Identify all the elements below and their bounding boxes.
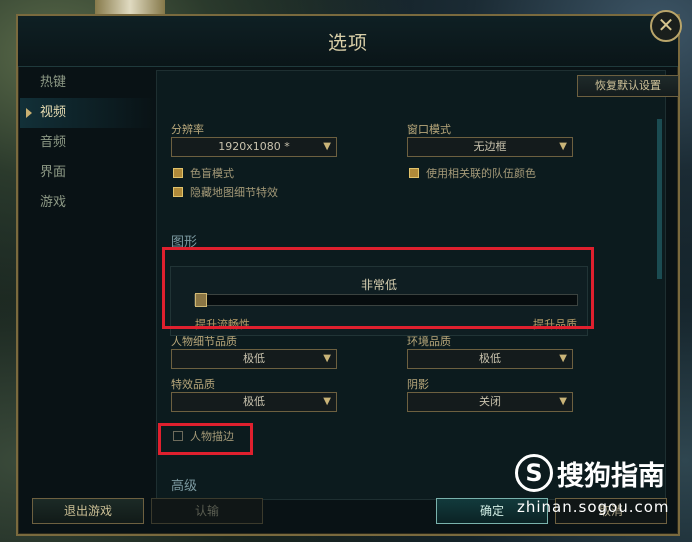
sidebar-item-interface[interactable]: 界面 (20, 158, 156, 188)
sogou-watermark: S 搜狗指南 zhinan.sogou.com (505, 452, 685, 522)
chevron-down-icon: ▼ (323, 141, 331, 152)
sidebar-item-audio[interactable]: 音频 (20, 128, 156, 158)
character-quality-value: 极低 (243, 352, 265, 365)
close-icon[interactable]: ✕ (650, 10, 682, 42)
resolution-dropdown[interactable]: 1920x1080 * ▼ (171, 137, 337, 157)
checkbox-checked-icon (173, 187, 183, 197)
team-colors-label: 使用相关联的队伍颜色 (426, 167, 536, 180)
hide-map-details-checkbox[interactable]: 隐藏地图细节特效 (173, 184, 278, 200)
window-mode-value: 无边框 (473, 140, 507, 153)
resolution-value: 1920x1080 * (218, 140, 290, 153)
environment-quality-value: 极低 (479, 352, 501, 365)
sidebar-item-hotkeys[interactable]: 热键 (20, 68, 156, 98)
shadows-value: 关闭 (479, 395, 501, 408)
character-quality-dropdown[interactable]: 极低 ▼ (171, 349, 337, 369)
chevron-down-icon: ▼ (559, 353, 567, 364)
effects-quality-value: 极低 (243, 395, 265, 408)
window-mode-dropdown[interactable]: 无边框 ▼ (407, 137, 573, 157)
effects-quality-dropdown[interactable]: 极低 ▼ (171, 392, 337, 412)
shadows-label: 阴影 (407, 378, 429, 391)
options-sidebar: 热键 视频 音频 界面 游戏 (20, 68, 156, 218)
resolution-label: 分辨率 (171, 123, 204, 136)
highlight-box-quality (162, 247, 594, 329)
restore-defaults-button[interactable]: 恢复默认设置 (577, 75, 679, 97)
checkbox-checked-icon (409, 168, 419, 178)
environment-quality-dropdown[interactable]: 极低 ▼ (407, 349, 573, 369)
shadows-dropdown[interactable]: 关闭 ▼ (407, 392, 573, 412)
colorblind-label: 色盲模式 (190, 167, 234, 180)
highlight-box-outline (158, 423, 253, 455)
effects-quality-label: 特效品质 (171, 378, 215, 391)
dialog-title: 选项 (327, 32, 368, 54)
decorative-banner (95, 0, 165, 14)
panel-scrollbar[interactable] (657, 119, 662, 279)
surrender-button[interactable]: 认输 (151, 498, 263, 524)
hide-map-details-label: 隐藏地图细节特效 (190, 186, 278, 199)
chevron-down-icon: ▼ (559, 141, 567, 152)
chevron-down-icon: ▼ (559, 396, 567, 407)
team-colors-checkbox[interactable]: 使用相关联的队伍颜色 (409, 165, 536, 181)
chevron-down-icon: ▼ (323, 396, 331, 407)
window-mode-label: 窗口模式 (407, 123, 451, 136)
sidebar-item-video[interactable]: 视频 (20, 98, 156, 128)
advanced-section-title: 高级 (171, 479, 198, 493)
sogou-logo: S (515, 454, 553, 492)
checkbox-checked-icon (173, 168, 183, 178)
watermark-name: 搜狗指南 (557, 461, 665, 492)
sidebar-item-game[interactable]: 游戏 (20, 188, 156, 218)
chevron-down-icon: ▼ (323, 353, 331, 364)
title-bar: 选项 (18, 16, 678, 67)
quit-game-button[interactable]: 退出游戏 (32, 498, 144, 524)
watermark-url: zhinan.sogou.com (517, 498, 670, 516)
colorblind-checkbox[interactable]: 色盲模式 (173, 165, 234, 181)
